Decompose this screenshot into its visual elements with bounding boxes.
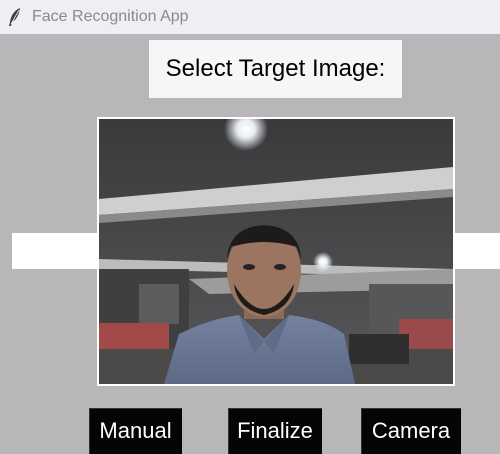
window-title: Face Recognition App: [32, 8, 189, 25]
right-white-bar: [454, 233, 500, 269]
left-white-bar: [12, 233, 98, 269]
camera-button[interactable]: Camera: [361, 408, 461, 454]
camera-preview-image: [99, 119, 453, 384]
select-target-heading: Select Target Image:: [149, 40, 402, 98]
title-bar: Face Recognition App: [0, 0, 500, 34]
finalize-button[interactable]: Finalize: [228, 408, 322, 454]
target-image-preview[interactable]: [97, 117, 455, 386]
feather-icon: [9, 8, 20, 26]
manual-button[interactable]: Manual: [89, 408, 182, 454]
